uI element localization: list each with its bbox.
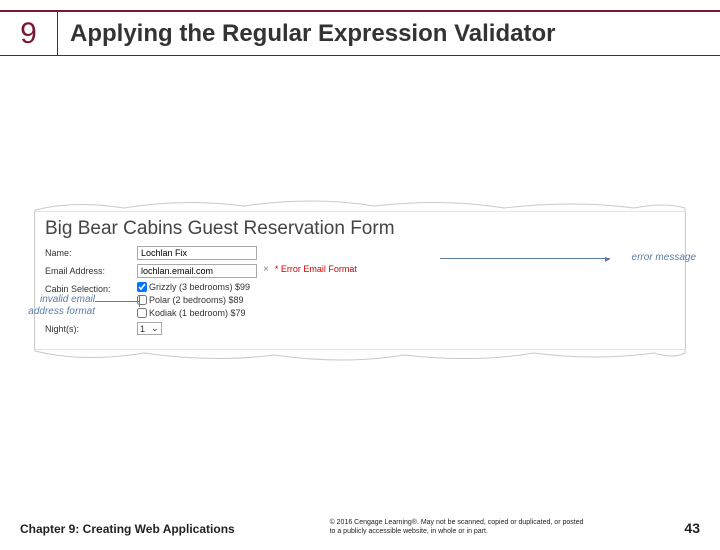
label-name: Name: xyxy=(45,246,137,258)
page-number: 43 xyxy=(684,520,700,536)
form-title: Big Bear Cabins Guest Reservation Form xyxy=(45,218,675,240)
slide-footer: Chapter 9: Creating Web Applications © 2… xyxy=(20,518,700,536)
chapter-number: 9 xyxy=(20,17,37,51)
torn-edge-bottom xyxy=(34,349,686,365)
slide-header: 9 Applying the Regular Expression Valida… xyxy=(0,10,720,56)
select-nights[interactable]: 1 ⌄ xyxy=(137,322,162,335)
copyright-text: © 2016 Cengage Learning®. May not be sca… xyxy=(330,518,590,536)
figure-screenshot: Big Bear Cabins Guest Reservation Form N… xyxy=(34,196,686,365)
label-email: Email Address: xyxy=(45,264,137,276)
cabin-grizzly[interactable]: Grizzly (3 bedrooms) $99 xyxy=(137,282,250,292)
arrow-right-icon: ▸ xyxy=(605,254,610,265)
torn-edge-top xyxy=(34,196,686,212)
checkbox-grizzly[interactable] xyxy=(137,282,147,292)
chevron-down-icon: ⌄ xyxy=(151,323,159,334)
cabin-polar[interactable]: Polar (2 bedrooms) $89 xyxy=(137,295,250,305)
clear-icon[interactable]: × xyxy=(257,264,275,275)
callout-right-line xyxy=(440,258,610,259)
input-name[interactable] xyxy=(137,246,257,260)
chapter-label: Chapter 9: Creating Web Applications xyxy=(20,522,235,536)
row-nights: Night(s): 1 ⌄ xyxy=(45,322,675,335)
cabin-options: Grizzly (3 bedrooms) $99 Polar (2 bedroo… xyxy=(137,282,250,318)
callout-left-tick xyxy=(139,296,140,307)
row-email: Email Address: × * Error Email Format xyxy=(45,264,675,278)
select-nights-value: 1 xyxy=(140,324,145,334)
slide-title: Applying the Regular Expression Validato… xyxy=(58,20,555,48)
cabin-kodiak[interactable]: Kodiak (1 bedroom) $79 xyxy=(137,308,250,318)
chapter-number-box: 9 xyxy=(0,12,58,55)
checkbox-kodiak[interactable] xyxy=(137,308,147,318)
error-message-text: * Error Email Format xyxy=(275,264,357,274)
input-email[interactable] xyxy=(137,264,257,278)
label-nights: Night(s): xyxy=(45,322,137,334)
callout-left-line xyxy=(95,301,140,302)
label-cabin: Cabin Selection: xyxy=(45,282,137,294)
callout-error-message: error message xyxy=(632,252,696,263)
callout-invalid-email: invalid email address format xyxy=(0,294,95,318)
form-panel: Big Bear Cabins Guest Reservation Form N… xyxy=(34,212,686,349)
